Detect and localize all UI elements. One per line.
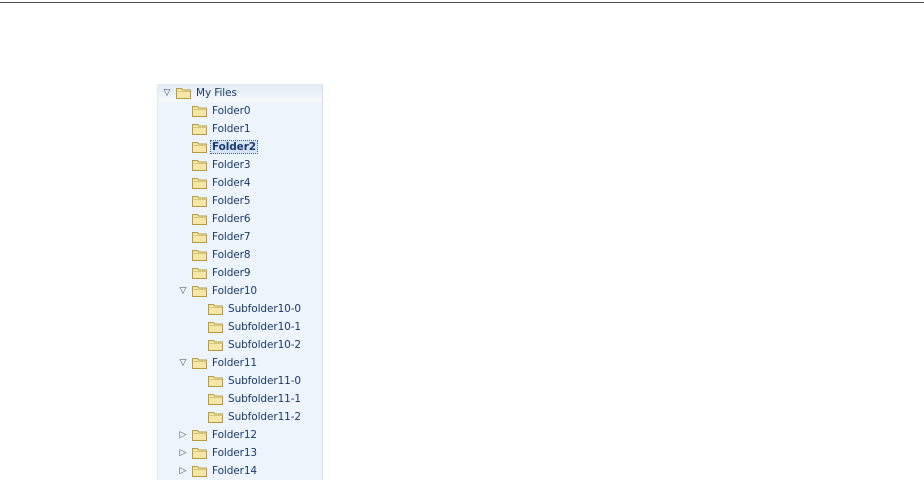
toggle-spacer: [177, 249, 189, 261]
tree-item-label-selected[interactable]: Folder2: [210, 140, 258, 154]
tree-item-label[interactable]: Folder12: [211, 429, 258, 441]
folder-icon: [192, 268, 207, 279]
top-divider: [0, 0, 924, 3]
toggle-spacer: [177, 159, 189, 171]
tree-item-label[interactable]: Folder11: [211, 357, 258, 369]
tree-item-label[interactable]: Folder3: [211, 159, 251, 171]
tree-item-label[interactable]: Subfolder11-2: [227, 411, 302, 423]
triangle-down-icon[interactable]: ▽: [177, 285, 189, 297]
tree-item-row[interactable]: Subfolder11-2: [193, 408, 302, 426]
tree-item-label[interactable]: Folder6: [211, 213, 251, 225]
tree-item-label[interactable]: Folder4: [211, 177, 251, 189]
toggle-spacer: [177, 195, 189, 207]
folder-icon: [192, 430, 207, 441]
folder-icon: [192, 250, 207, 261]
folder-icon: [192, 178, 207, 189]
folder-icon: [176, 88, 191, 99]
tree-item-row[interactable]: Folder0: [177, 102, 251, 120]
tree-item-row[interactable]: Folder5: [177, 192, 251, 210]
tree-item-row[interactable]: Folder7: [177, 228, 251, 246]
folder-icon: [192, 448, 207, 459]
folder-icon: [192, 232, 207, 243]
tree-item-row[interactable]: ▷ Folder13: [177, 444, 258, 462]
tree-item-row[interactable]: Subfolder10-2: [193, 336, 302, 354]
tree-item-label[interactable]: Subfolder10-2: [227, 339, 302, 351]
tree-item-label[interactable]: Folder7: [211, 231, 251, 243]
toggle-spacer: [177, 231, 189, 243]
tree-item-row[interactable]: Subfolder11-0: [193, 372, 302, 390]
folder-tree-panel: ▽ My Files Folder0 Folder1 Folder2 Folder3 F…: [157, 84, 323, 480]
folder-icon: [208, 412, 223, 423]
folder-icon: [192, 196, 207, 207]
tree-item-row[interactable]: ▽ Folder10: [177, 282, 258, 300]
folder-icon: [192, 286, 207, 297]
toggle-spacer: [193, 339, 205, 351]
toggle-spacer: [177, 177, 189, 189]
tree-item-row[interactable]: ▷ Folder14: [177, 462, 258, 480]
tree-item-label[interactable]: Subfolder10-0: [227, 303, 302, 315]
tree-item-row[interactable]: Subfolder11-1: [193, 390, 302, 408]
toggle-spacer: [177, 267, 189, 279]
folder-icon: [208, 394, 223, 405]
triangle-right-icon[interactable]: ▷: [177, 447, 189, 459]
toggle-spacer: [193, 303, 205, 315]
toggle-spacer: [193, 393, 205, 405]
toggle-spacer: [177, 141, 189, 153]
tree-item-label[interactable]: Folder10: [211, 285, 258, 297]
tree-item-row[interactable]: Subfolder10-1: [193, 318, 302, 336]
tree-item-row[interactable]: Folder4: [177, 174, 251, 192]
tree-item-row[interactable]: Folder3: [177, 156, 251, 174]
folder-icon: [192, 466, 207, 477]
tree-item-label[interactable]: Folder8: [211, 249, 251, 261]
folder-icon: [192, 358, 207, 369]
toggle-spacer: [177, 123, 189, 135]
tree-item-row[interactable]: ▽ Folder11: [177, 354, 258, 372]
tree-item-label[interactable]: Folder9: [211, 267, 251, 279]
tree-root-row[interactable]: ▽ My Files: [158, 84, 322, 102]
folder-icon: [208, 322, 223, 333]
tree-item-row[interactable]: Folder1: [177, 120, 251, 138]
tree-root-label[interactable]: My Files: [195, 87, 238, 99]
toggle-spacer: [193, 375, 205, 387]
folder-icon: [208, 376, 223, 387]
tree-item-row[interactable]: Folder2: [177, 138, 258, 156]
triangle-right-icon[interactable]: ▷: [177, 465, 189, 477]
tree-item-row[interactable]: Folder9: [177, 264, 251, 282]
tree-item-row[interactable]: Subfolder10-0: [193, 300, 302, 318]
tree-item-label[interactable]: Folder14: [211, 465, 258, 477]
folder-icon: [192, 142, 207, 153]
folder-icon: [208, 304, 223, 315]
tree-item-row[interactable]: ▷ Folder12: [177, 426, 258, 444]
toggle-spacer: [193, 321, 205, 333]
tree-item-label[interactable]: Subfolder11-1: [227, 393, 302, 405]
tree-item-label[interactable]: Subfolder11-0: [227, 375, 302, 387]
triangle-down-icon[interactable]: ▽: [177, 357, 189, 369]
folder-icon: [192, 106, 207, 117]
folder-icon: [208, 340, 223, 351]
folder-icon: [192, 160, 207, 171]
tree-item-row[interactable]: Folder6: [177, 210, 251, 228]
folder-icon: [192, 124, 207, 135]
toggle-spacer: [177, 105, 189, 117]
tree-item-label[interactable]: Subfolder10-1: [227, 321, 302, 333]
tree-item-label[interactable]: Folder0: [211, 105, 251, 117]
tree-item-row[interactable]: Folder8: [177, 246, 251, 264]
folder-icon: [192, 214, 207, 225]
toggle-spacer: [177, 213, 189, 225]
triangle-right-icon[interactable]: ▷: [177, 429, 189, 441]
triangle-down-icon[interactable]: ▽: [161, 87, 173, 99]
toggle-spacer: [193, 411, 205, 423]
tree-item-label[interactable]: Folder13: [211, 447, 258, 459]
tree-item-label[interactable]: Folder5: [211, 195, 251, 207]
tree-item-label[interactable]: Folder1: [211, 123, 251, 135]
